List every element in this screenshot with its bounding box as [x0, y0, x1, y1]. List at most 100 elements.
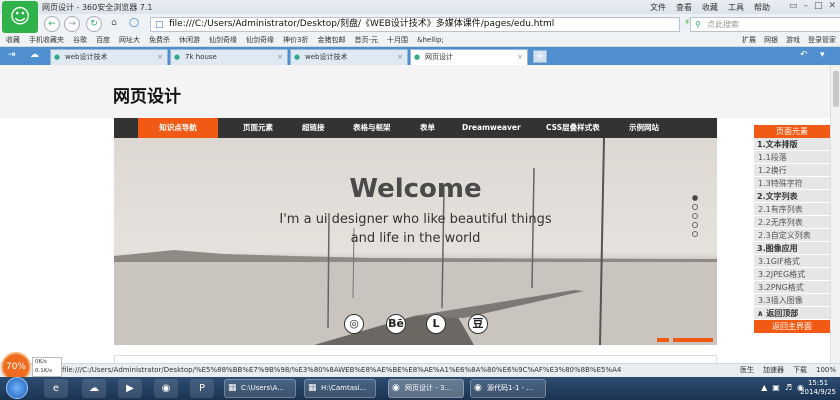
bookmark-item[interactable]: 神价3折 — [283, 35, 308, 45]
slider-dot[interactable] — [692, 195, 698, 201]
close-tab-icon[interactable]: × — [157, 50, 163, 64]
minimize-button[interactable]: – — [803, 1, 808, 11]
media-player-icon[interactable]: ▶ — [118, 379, 142, 398]
tab-web-design-2[interactable]: ● web设计技术 × — [290, 49, 408, 65]
games-button[interactable]: 游戏 — [786, 34, 800, 46]
user-avatar-icon[interactable]: ☺ — [2, 1, 38, 33]
doctor-button[interactable]: 医生 — [740, 364, 754, 377]
side-item-ordered-list[interactable]: 2.1有序列表 — [754, 203, 830, 216]
tab-web-page-design[interactable]: ● 网页设计 × — [410, 49, 528, 65]
behance-icon[interactable]: Bē — [386, 314, 406, 334]
side-item-insert-image[interactable]: 3.3插入图像 — [754, 294, 830, 307]
download-button[interactable]: 下载 — [793, 364, 807, 377]
shield-icon[interactable]: ◯ — [126, 16, 142, 32]
side-item-text-layout[interactable]: 1.文本排版 — [754, 138, 830, 151]
nav-knowledge[interactable]: 知识点导航 — [138, 118, 218, 138]
nav-tables-frames[interactable]: 表格与框架 — [353, 118, 391, 138]
bookmark-item[interactable]: 网址大 — [119, 35, 140, 45]
bookmark-item[interactable]: 百度 — [96, 35, 110, 45]
slider-dot[interactable] — [692, 204, 698, 210]
taskbar-explorer-2[interactable]: ▦ H:\Camtasi... — [304, 379, 376, 398]
close-window-button[interactable]: ✕ — [828, 1, 836, 11]
taskbar-source-code[interactable]: ◉ 源代码1-1 - ... — [470, 379, 546, 398]
address-bar[interactable]: □ file:///C:/Users/Administrator/Desktop… — [150, 17, 680, 32]
slider-dot[interactable] — [692, 231, 698, 237]
camtasia-pin-icon[interactable]: ◉ — [154, 379, 178, 398]
menu-tools[interactable]: 工具 — [728, 2, 744, 13]
nav-forms[interactable]: 表单 — [420, 118, 435, 138]
side-item-jpeg[interactable]: 3.2JPEG格式 — [754, 268, 830, 281]
close-tab-icon[interactable]: × — [517, 50, 523, 64]
bookmark-item[interactable]: 首页-元 — [354, 35, 378, 45]
maximize-button[interactable]: □ — [814, 1, 823, 11]
tray-volume-icon[interactable]: ♬ — [785, 383, 792, 392]
side-item-gif[interactable]: 3.1GIF格式 — [754, 255, 830, 268]
bookmark-item[interactable]: 十月围 — [387, 35, 408, 45]
side-item-line-break[interactable]: 1.2换行 — [754, 164, 830, 177]
bookmark-item[interactable]: 金猪包邮 — [317, 35, 345, 45]
zoom-level[interactable]: 100% — [816, 364, 836, 377]
side-item-paragraph[interactable]: 1.1段落 — [754, 151, 830, 164]
l-social-icon[interactable]: L — [426, 314, 446, 334]
close-tab-icon[interactable]: × — [277, 50, 283, 64]
slider-dot[interactable] — [692, 222, 698, 228]
ppt-pin-icon[interactable]: P — [190, 379, 214, 398]
tray-network-icon[interactable]: ▣ — [772, 383, 780, 392]
close-tab-icon[interactable]: × — [397, 50, 403, 64]
douban-icon[interactable]: 豆 — [468, 314, 488, 334]
side-item-unordered-list[interactable]: 2.2无序列表 — [754, 216, 830, 229]
bookmark-item[interactable]: 仙剑奇缘 — [209, 35, 237, 45]
scrollbar-thumb[interactable] — [833, 71, 839, 107]
dribbble-icon[interactable]: ◎ — [344, 314, 364, 334]
menu-favorites[interactable]: 收藏 — [702, 2, 718, 13]
side-item-definition-list[interactable]: 2.3自定义列表 — [754, 229, 830, 242]
bookmark-item[interactable]: 休闲游 — [179, 35, 200, 45]
ebank-button[interactable]: 网银 — [764, 34, 778, 46]
clock[interactable]: 15:51 2014/9/25 — [800, 379, 836, 397]
bookmark-item[interactable]: 手机收藏夹 — [29, 35, 64, 45]
slider-prev-bar[interactable] — [657, 338, 669, 342]
new-tab-button[interactable]: + — [533, 50, 547, 63]
bookmark-item[interactable]: 收藏 — [6, 35, 20, 45]
slider-progress-bar[interactable] — [673, 338, 713, 342]
menu-help[interactable]: 帮助 — [754, 2, 770, 13]
back-icon[interactable]: ← — [44, 16, 60, 32]
nav-css[interactable]: CSS层叠样式表 — [546, 118, 600, 138]
sidebar-toggle-icon[interactable]: ⇥ — [8, 50, 16, 60]
taskbar-browser[interactable]: ◉ 网页设计 - 3... — [388, 379, 464, 398]
hero-slider[interactable]: Welcome I'm a ui designer who like beaut… — [114, 138, 717, 345]
menu-view[interactable]: 查看 — [676, 2, 692, 13]
side-item-images[interactable]: 3.图像应用 — [754, 242, 830, 255]
skin-icon[interactable]: ▭ — [789, 1, 798, 11]
login-manager-button[interactable]: 登录管家 — [808, 34, 836, 46]
tray-arrow-icon[interactable]: ▲ — [761, 383, 767, 392]
side-item-png[interactable]: 3.2PNG格式 — [754, 281, 830, 294]
bookmark-item[interactable]: 仙剑奇缘 — [246, 35, 274, 45]
undo-close-icon[interactable]: ↶ — [800, 50, 808, 60]
refresh-icon[interactable]: ↻ — [86, 16, 102, 32]
start-button[interactable] — [6, 377, 28, 399]
tab-menu-icon[interactable]: ▾ — [820, 50, 825, 60]
extensions-button[interactable]: 扩展 — [742, 34, 756, 46]
bookmark-item[interactable]: 谷歌 — [73, 35, 87, 45]
slider-dot[interactable] — [692, 213, 698, 219]
vertical-scrollbar[interactable] — [830, 65, 840, 363]
bookmark-item[interactable]: &hellip; — [417, 36, 444, 44]
network-pin-icon[interactable]: ☁ — [82, 379, 106, 398]
back-to-home-button[interactable]: 返回主界面 — [754, 320, 830, 333]
browser-pin-icon[interactable]: e — [44, 379, 68, 398]
side-item-text-lists[interactable]: 2.文字列表 — [754, 190, 830, 203]
nav-hyperlinks[interactable]: 超链接 — [302, 118, 325, 138]
cloud-icon[interactable]: ☁ — [30, 50, 39, 60]
taskbar-explorer-1[interactable]: ▦ C:\Users\A... — [224, 379, 296, 398]
forward-icon[interactable]: → — [64, 16, 80, 32]
side-item-special-chars[interactable]: 1.3特殊字符 — [754, 177, 830, 190]
back-to-top-button[interactable]: ∧ 返回顶部 — [754, 307, 830, 320]
home-icon[interactable]: ⌂ — [106, 16, 122, 32]
tab-web-design-1[interactable]: ● web设计技术 × — [50, 49, 168, 65]
nav-dreamweaver[interactable]: Dreamweaver — [462, 118, 521, 138]
search-input[interactable]: ⚲ 点此搜索 — [690, 17, 840, 32]
accelerator-button[interactable]: 加速器 — [763, 364, 784, 377]
nav-page-elements[interactable]: 页面元素 — [243, 118, 273, 138]
nav-examples[interactable]: 示例网站 — [629, 118, 659, 138]
